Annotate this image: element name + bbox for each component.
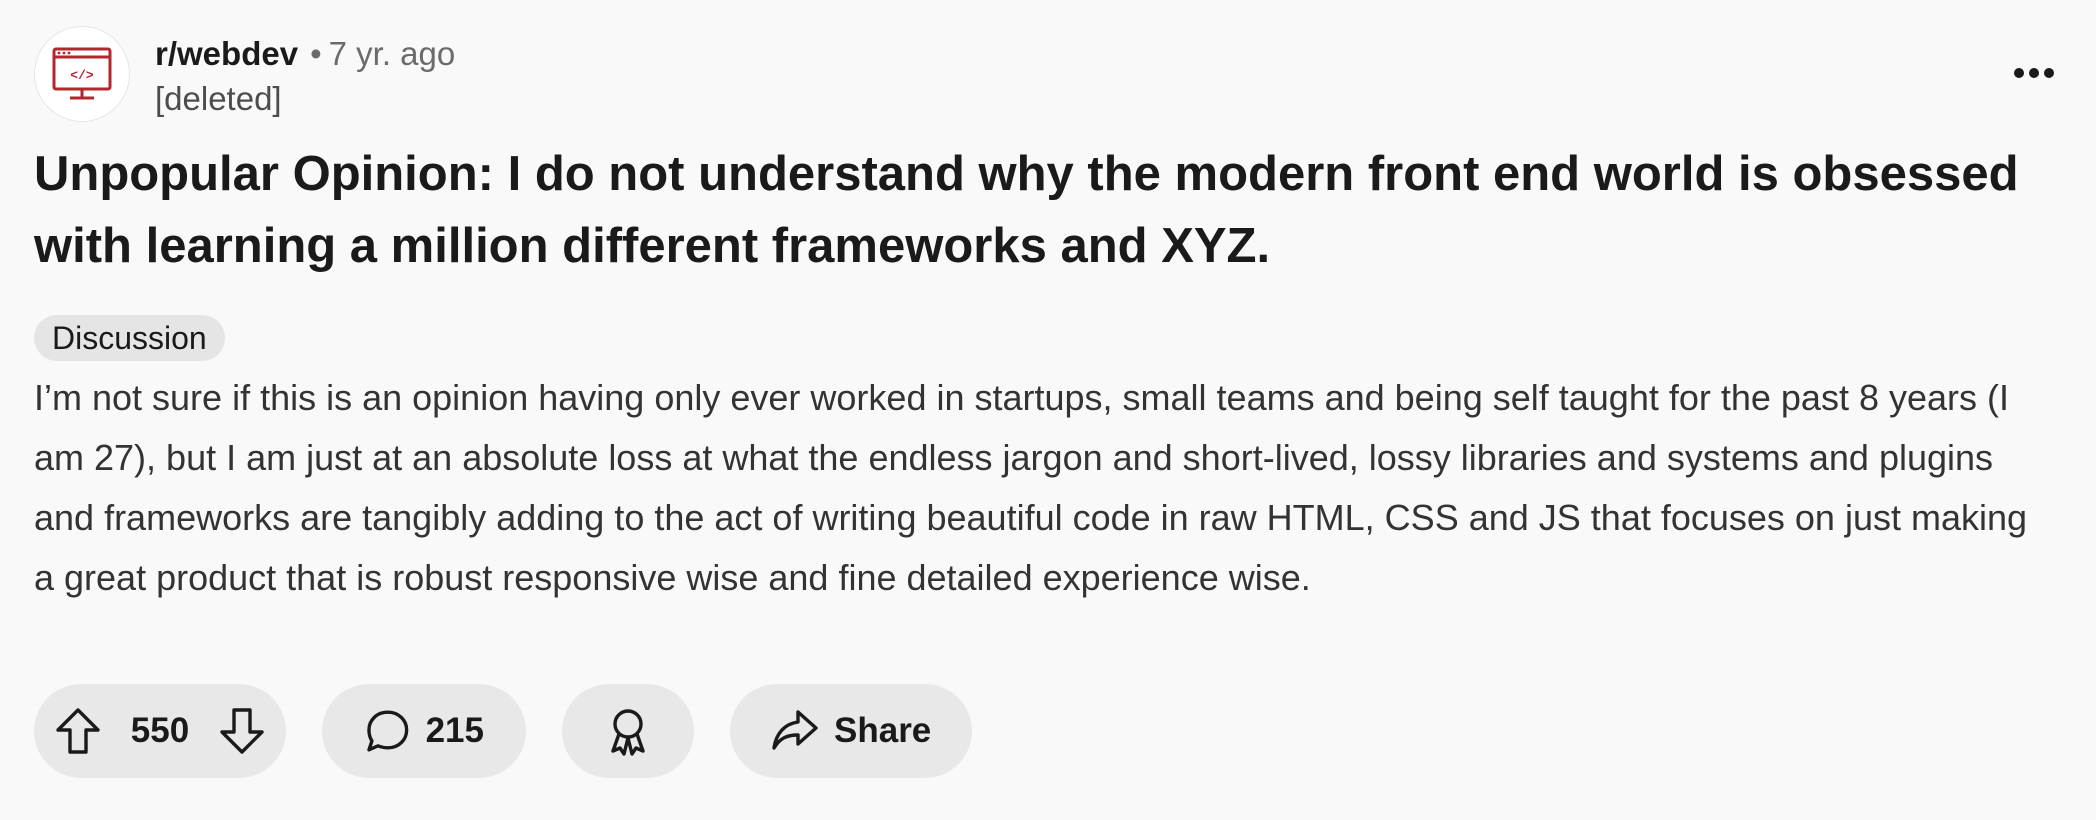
ellipsis-icon [2014, 68, 2054, 78]
award-ribbon-icon [611, 709, 645, 756]
code-window-icon: </> [52, 47, 112, 100]
comments-button[interactable]: 215 [322, 684, 526, 778]
share-button[interactable]: Share [730, 684, 972, 778]
vote-bar: 550 [34, 684, 286, 778]
post-flair[interactable]: Discussion [34, 315, 225, 361]
post-card: </> r/webdev • 7 yr. ago [deleted] Unpop… [0, 0, 2096, 820]
share-arrow-icon [772, 710, 818, 750]
post-title[interactable]: Unpopular Opinion: I do not understand w… [34, 138, 2024, 282]
post-timestamp[interactable]: 7 yr. ago [329, 35, 456, 73]
share-label: Share [834, 711, 932, 750]
post-author: [deleted] [155, 80, 282, 117]
arrow-up-icon [56, 708, 100, 754]
upvote-button[interactable] [54, 706, 102, 756]
svg-text:</>: </> [70, 68, 94, 83]
subreddit-avatar[interactable]: </> [34, 26, 130, 122]
comment-count: 215 [425, 711, 484, 750]
arrow-down-icon [220, 708, 264, 754]
meta-separator: • [310, 35, 322, 72]
post-meta: r/webdev • 7 yr. ago [deleted] [155, 30, 455, 118]
post-body: I’m not sure if this is an opinion havin… [34, 377, 2028, 598]
award-button[interactable] [562, 684, 694, 778]
downvote-button[interactable] [218, 706, 266, 756]
speech-bubble-icon [367, 710, 409, 752]
vote-count: 550 [130, 711, 190, 750]
subreddit-link[interactable]: r/webdev [155, 35, 298, 73]
more-options-button[interactable] [2004, 48, 2064, 98]
